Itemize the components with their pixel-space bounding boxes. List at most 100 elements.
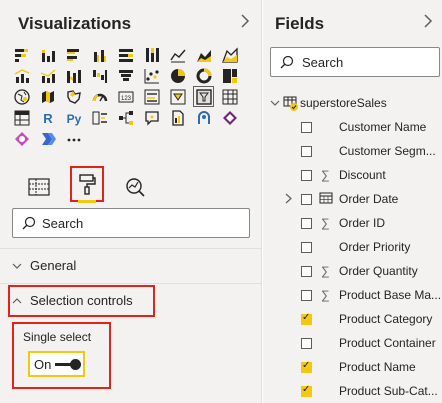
section-general[interactable]: General — [12, 258, 76, 273]
field-item[interactable]: Product Container — [263, 332, 442, 354]
sigma-icon: ∑ — [321, 216, 330, 230]
field-item[interactable]: ∑ Product Base Ma... — [263, 284, 442, 306]
field-checkbox[interactable] — [301, 193, 312, 205]
field-item[interactable]: Order Priority — [263, 236, 442, 258]
treemap-icon[interactable] — [220, 66, 239, 85]
filled-map-icon[interactable] — [38, 87, 57, 106]
field-item[interactable]: ∑ Order Quantity — [263, 260, 442, 282]
field-item[interactable]: Customer Name — [263, 116, 442, 138]
table-icon — [28, 178, 50, 196]
viz-search-input[interactable]: Search — [12, 208, 250, 238]
table-icon — [283, 96, 298, 111]
fields-search-input[interactable]: Search — [270, 47, 440, 77]
line-clustered-icon[interactable] — [38, 66, 57, 85]
chevron-right-icon[interactable] — [285, 193, 292, 207]
field-label: Order Date — [339, 192, 399, 206]
100-column-icon[interactable] — [142, 45, 161, 64]
pie-icon[interactable] — [168, 66, 187, 85]
field-item[interactable]: Customer Segm... — [263, 140, 442, 162]
collapse-visualizations-icon[interactable] — [240, 14, 250, 32]
python-icon[interactable]: Py — [64, 108, 83, 127]
field-checkbox[interactable] — [301, 289, 312, 301]
arcgis-icon[interactable] — [194, 108, 213, 127]
field-checkbox[interactable] — [301, 337, 312, 349]
kpi-icon[interactable] — [168, 87, 187, 106]
field-item[interactable]: Order Date — [263, 188, 442, 210]
decomposition-tree-icon[interactable] — [116, 108, 135, 127]
field-checkbox[interactable] — [301, 217, 312, 229]
key-influencers-icon[interactable] — [90, 108, 109, 127]
search-icon — [280, 55, 294, 69]
fields-pane: Fields Search superstoreSales Customer N… — [263, 0, 442, 403]
collapse-fields-icon[interactable] — [423, 14, 433, 32]
power-apps-icon[interactable] — [220, 108, 239, 127]
field-item[interactable]: Product Category — [263, 308, 442, 330]
gauge-icon[interactable] — [90, 87, 109, 106]
chevron-down-icon — [12, 260, 22, 272]
map-icon[interactable] — [12, 87, 31, 106]
field-checkbox[interactable] — [301, 312, 312, 325]
shape-map-icon[interactable] — [64, 87, 83, 106]
field-checkbox[interactable] — [301, 121, 312, 133]
scatter-icon[interactable] — [142, 66, 161, 85]
matrix-icon[interactable] — [12, 108, 31, 127]
qa-icon[interactable] — [142, 108, 161, 127]
line-chart-icon[interactable] — [168, 45, 187, 64]
calendar-icon — [319, 191, 333, 207]
funnel-icon[interactable] — [116, 66, 135, 85]
line-column-icon[interactable] — [12, 66, 31, 85]
area-chart-icon[interactable] — [194, 45, 213, 64]
field-label: Product Container — [339, 336, 436, 350]
field-checkbox[interactable] — [301, 169, 312, 181]
ribbon-chart-icon[interactable] — [64, 66, 83, 85]
analytics-magnifier-icon — [126, 178, 145, 197]
stacked-column-icon[interactable] — [38, 45, 57, 64]
section-selection-controls[interactable]: Selection controls — [12, 293, 133, 308]
field-label: Customer Segm... — [339, 144, 436, 158]
single-select-toggle[interactable]: On — [28, 351, 85, 377]
field-item[interactable]: Product Name — [263, 356, 442, 378]
field-checkbox[interactable] — [301, 145, 312, 157]
r-script-icon[interactable]: R — [38, 108, 57, 127]
paint-roller-icon — [79, 174, 96, 195]
field-checkbox[interactable] — [301, 384, 312, 397]
clustered-column-icon[interactable] — [90, 45, 109, 64]
table-row-superstore[interactable]: superstoreSales — [263, 92, 442, 114]
slicer-icon[interactable] — [193, 86, 214, 107]
donut-icon[interactable] — [194, 66, 213, 85]
format-tab[interactable] — [70, 166, 104, 203]
section-selection-controls-label: Selection controls — [30, 293, 133, 308]
stacked-area-icon[interactable] — [220, 45, 239, 64]
field-item[interactable]: ∑ Order ID — [263, 212, 442, 234]
toggle-track — [55, 358, 82, 370]
toggle-knob — [70, 358, 82, 370]
smart-narrative-icon[interactable] — [38, 129, 57, 148]
field-checkbox[interactable] — [301, 265, 312, 277]
multirow-card-icon[interactable] — [142, 87, 161, 106]
viz-tabs — [24, 166, 166, 203]
field-checkbox[interactable] — [301, 241, 312, 253]
power-automate-icon[interactable] — [12, 129, 31, 148]
field-label: Order Quantity — [339, 264, 418, 278]
field-label: Customer Name — [339, 120, 427, 134]
paginated-report-icon[interactable] — [168, 108, 187, 127]
field-checkbox[interactable] — [301, 360, 312, 373]
waterfall-icon[interactable] — [90, 66, 109, 85]
field-item[interactable]: ∑ Discount — [263, 164, 442, 186]
single-select-label: Single select — [23, 330, 92, 344]
field-label: Product Name — [339, 360, 416, 374]
more-visuals-icon[interactable] — [64, 129, 83, 148]
card-icon[interactable]: 123 — [116, 87, 135, 106]
visual-types-row: R Py — [12, 108, 246, 129]
clustered-bar-icon[interactable] — [64, 45, 83, 64]
field-label: Product Base Ma... — [339, 288, 442, 302]
field-item[interactable]: Product Sub-Cat... — [263, 380, 442, 402]
100-bar-icon[interactable] — [116, 45, 135, 64]
fields-tab[interactable] — [24, 172, 54, 202]
visual-types-row: 123 — [12, 86, 246, 108]
fields-search-placeholder: Search — [302, 54, 344, 70]
table-visual-icon[interactable] — [220, 87, 239, 106]
stacked-bar-icon[interactable] — [12, 45, 31, 64]
visualizations-pane: Visualizations 123 R Py Search General Sel… — [0, 0, 262, 403]
analytics-tab[interactable] — [120, 172, 150, 202]
